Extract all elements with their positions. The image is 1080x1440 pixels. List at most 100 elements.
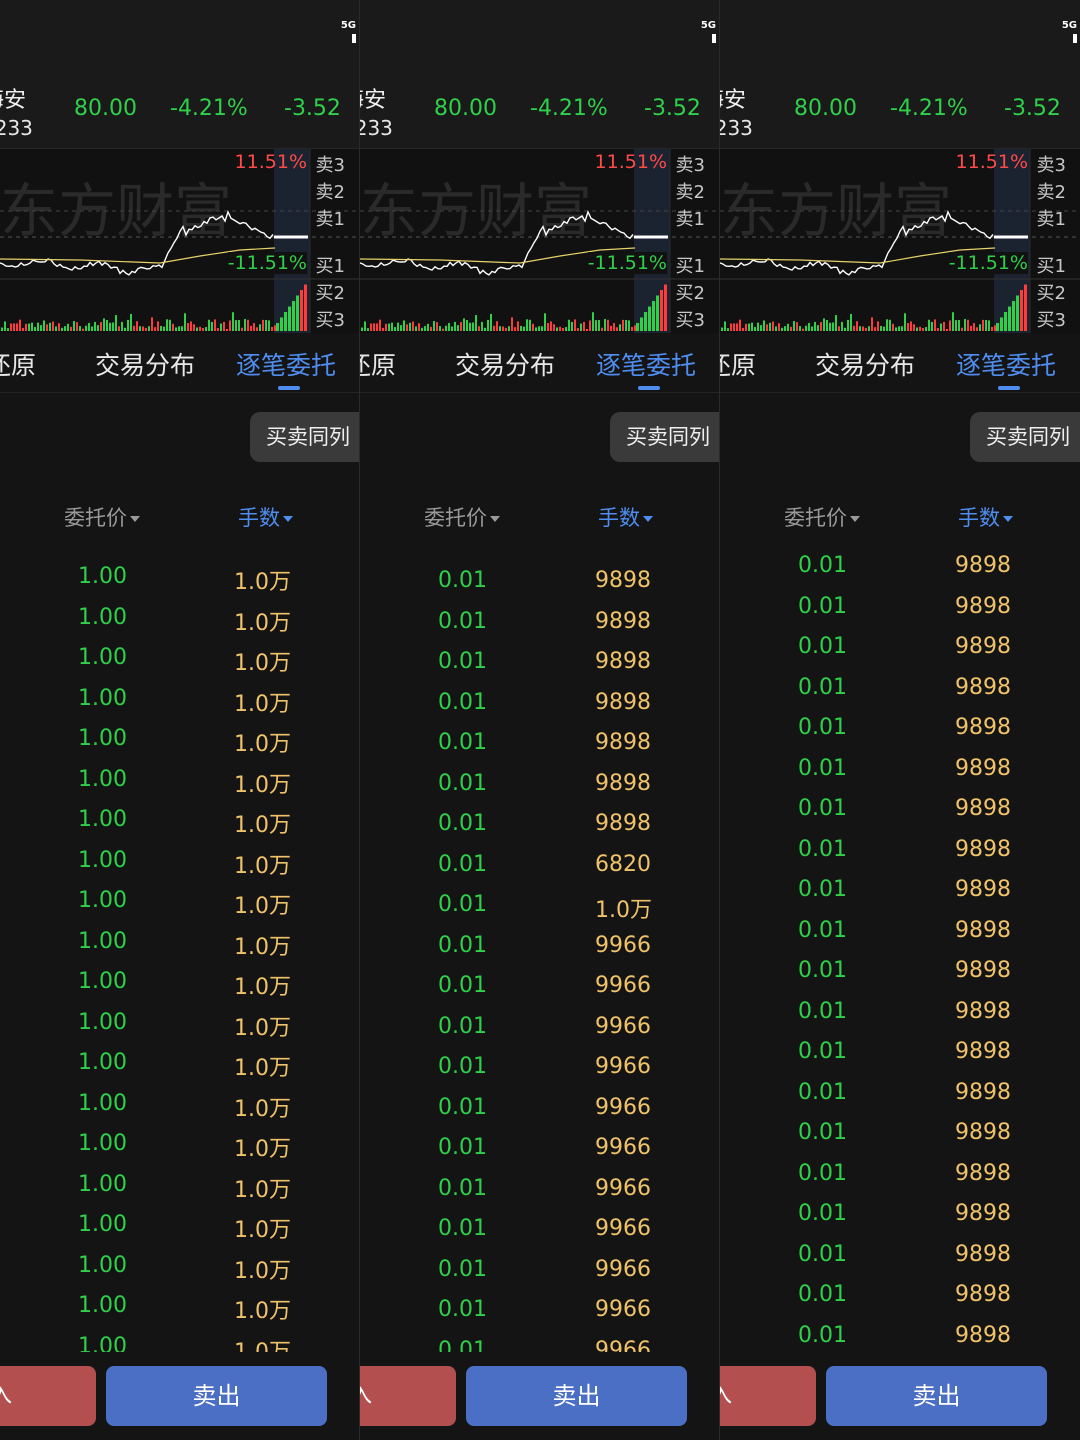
order-price: 1.00: [78, 726, 127, 751]
order-volume: 9898: [955, 998, 1011, 1024]
order-price: 0.01: [798, 553, 847, 578]
intraday-chart[interactable]: 东方财富 11.51% -11.51% 卖3 卖2 卖1 买1 买2 买3: [720, 149, 1080, 333]
order-price: 0.01: [438, 568, 487, 593]
volume-bar: [943, 321, 945, 331]
upper-limit-label: 11.51%: [955, 151, 1028, 173]
sort-arrow-icon: [283, 516, 293, 522]
order-volume: 9898: [955, 593, 1011, 619]
volume-bar: [1, 327, 3, 331]
buy-sell-same-column-button[interactable]: 买卖同列: [970, 412, 1080, 462]
order-volume: 1.0万: [234, 691, 291, 717]
buy-sell-same-column-button[interactable]: 买卖同列: [610, 412, 719, 462]
volume-bar: [520, 325, 522, 331]
order-volume: 1.0万: [234, 732, 291, 757]
tab-restore[interactable]: 还原: [720, 346, 756, 382]
order-row: 0.01 1.0万: [360, 888, 719, 928]
volume-bar: [463, 318, 465, 331]
volume-bar: [514, 327, 516, 331]
tab-order-by-order[interactable]: 逐笔委托: [236, 346, 336, 382]
column-header-price[interactable]: 委托价: [424, 502, 500, 532]
tab-trade-distribution[interactable]: 交易分布: [455, 346, 555, 382]
sell-button[interactable]: 卖出: [826, 1366, 1047, 1426]
stock-header[interactable]: 海安 1233 80.00 -4.21% -3.52: [360, 52, 719, 149]
order-volume: 1.0万: [234, 1177, 291, 1203]
order-row: 0.01 9898: [720, 671, 1080, 711]
column-header-price-label: 委托价: [424, 506, 487, 530]
column-header-volume[interactable]: 手数: [958, 502, 1013, 532]
stock-header[interactable]: 海安 1233 80.00 -4.21% -3.52: [720, 52, 1080, 149]
stock-detail-panel-1: 5G 海安 1233 80.00 -4.21% -3.52 东方财富 11.51…: [0, 0, 360, 1440]
buy-button[interactable]: 入: [720, 1366, 816, 1426]
volume-bar: [664, 284, 667, 331]
volume-bar: [769, 322, 771, 331]
order-price: 1.00: [78, 1212, 127, 1237]
order-volume: 1.0万: [595, 898, 652, 923]
intraday-chart[interactable]: 东方财富 11.51% -11.51% 卖3 卖2 卖1 买1 买2 买3: [0, 149, 359, 333]
stock-detail-panel-2: 5G 海安 1233 80.00 -4.21% -3.52 东方财富 11.51…: [360, 0, 720, 1440]
order-volume: 9966: [595, 932, 651, 958]
order-volume: 9898: [955, 674, 1011, 700]
volume-bar: [844, 327, 846, 331]
volume-bar: [868, 326, 870, 331]
column-header-volume[interactable]: 手数: [238, 502, 293, 532]
volume-bar: [898, 326, 900, 331]
volume-bar: [619, 324, 621, 331]
volume-bar: [607, 319, 609, 331]
volume-bar: [274, 325, 276, 331]
volume-bar: [505, 327, 507, 331]
volume-bar: [37, 322, 39, 331]
buy-sell-same-column-button[interactable]: 买卖同列: [250, 412, 359, 462]
volume-bar: [454, 321, 456, 331]
tab-trade-distribution[interactable]: 交易分布: [815, 346, 915, 382]
volume-bar: [595, 320, 597, 331]
volume-bar: [106, 320, 108, 331]
volume-bar: [574, 319, 576, 331]
order-price: 0.01: [438, 1135, 487, 1160]
volume-bar: [526, 319, 528, 331]
tab-restore[interactable]: 还原: [0, 346, 36, 382]
stock-change-pct: -4.21%: [170, 96, 248, 121]
order-price: 1.00: [78, 604, 127, 630]
orderbook-label-buy2: 买2: [1036, 283, 1066, 304]
order-row: 0.01 9898: [360, 807, 719, 847]
column-header-price[interactable]: 委托价: [64, 502, 140, 532]
buy-button[interactable]: 入: [0, 1366, 96, 1426]
order-price: 0.01: [798, 998, 847, 1024]
volume-bar: [660, 290, 663, 331]
tab-trade-distribution[interactable]: 交易分布: [95, 346, 195, 382]
order-volume: 9898: [955, 1282, 1011, 1307]
column-header-price[interactable]: 委托价: [784, 502, 860, 532]
volume-bar: [781, 327, 783, 331]
sell-button[interactable]: 卖出: [466, 1366, 687, 1426]
volume-bar: [721, 327, 723, 331]
volume-bar: [547, 323, 549, 331]
tab-order-by-order[interactable]: 逐笔委托: [596, 346, 696, 382]
tab-order-by-order[interactable]: 逐笔委托: [956, 346, 1056, 382]
order-volume: 1.0万: [234, 1056, 291, 1081]
volume-bar: [253, 323, 255, 331]
volume-bar: [196, 327, 198, 331]
stock-header[interactable]: 海安 1233 80.00 -4.21% -3.52: [0, 52, 359, 149]
tab-restore[interactable]: 还原: [360, 346, 396, 382]
order-row: 0.01 9898: [360, 726, 719, 766]
volume-bar: [871, 317, 873, 331]
sell-button[interactable]: 卖出: [106, 1366, 327, 1426]
volume-bar: [421, 327, 423, 331]
volume-bar: [109, 322, 111, 331]
volume-bar: [232, 312, 234, 331]
volume-bar: [67, 323, 69, 331]
volume-bar: [826, 320, 828, 331]
order-volume: 9898: [595, 568, 651, 593]
volume-bar: [829, 322, 831, 331]
order-row: 0.01 9898: [720, 995, 1080, 1035]
order-volume: 9898: [595, 811, 651, 836]
order-volume: 1.0万: [234, 853, 291, 879]
column-header-volume[interactable]: 手数: [598, 502, 653, 532]
volume-bar: [553, 324, 555, 331]
volume-bar: [913, 324, 915, 331]
intraday-chart[interactable]: 东方财富 11.51% -11.51% 卖3 卖2 卖1 买1 买2 买3: [360, 149, 719, 333]
volume-bar: [478, 326, 480, 331]
volume-bar: [556, 327, 558, 331]
volume-bar: [1020, 290, 1023, 331]
buy-button[interactable]: 入: [360, 1366, 456, 1426]
